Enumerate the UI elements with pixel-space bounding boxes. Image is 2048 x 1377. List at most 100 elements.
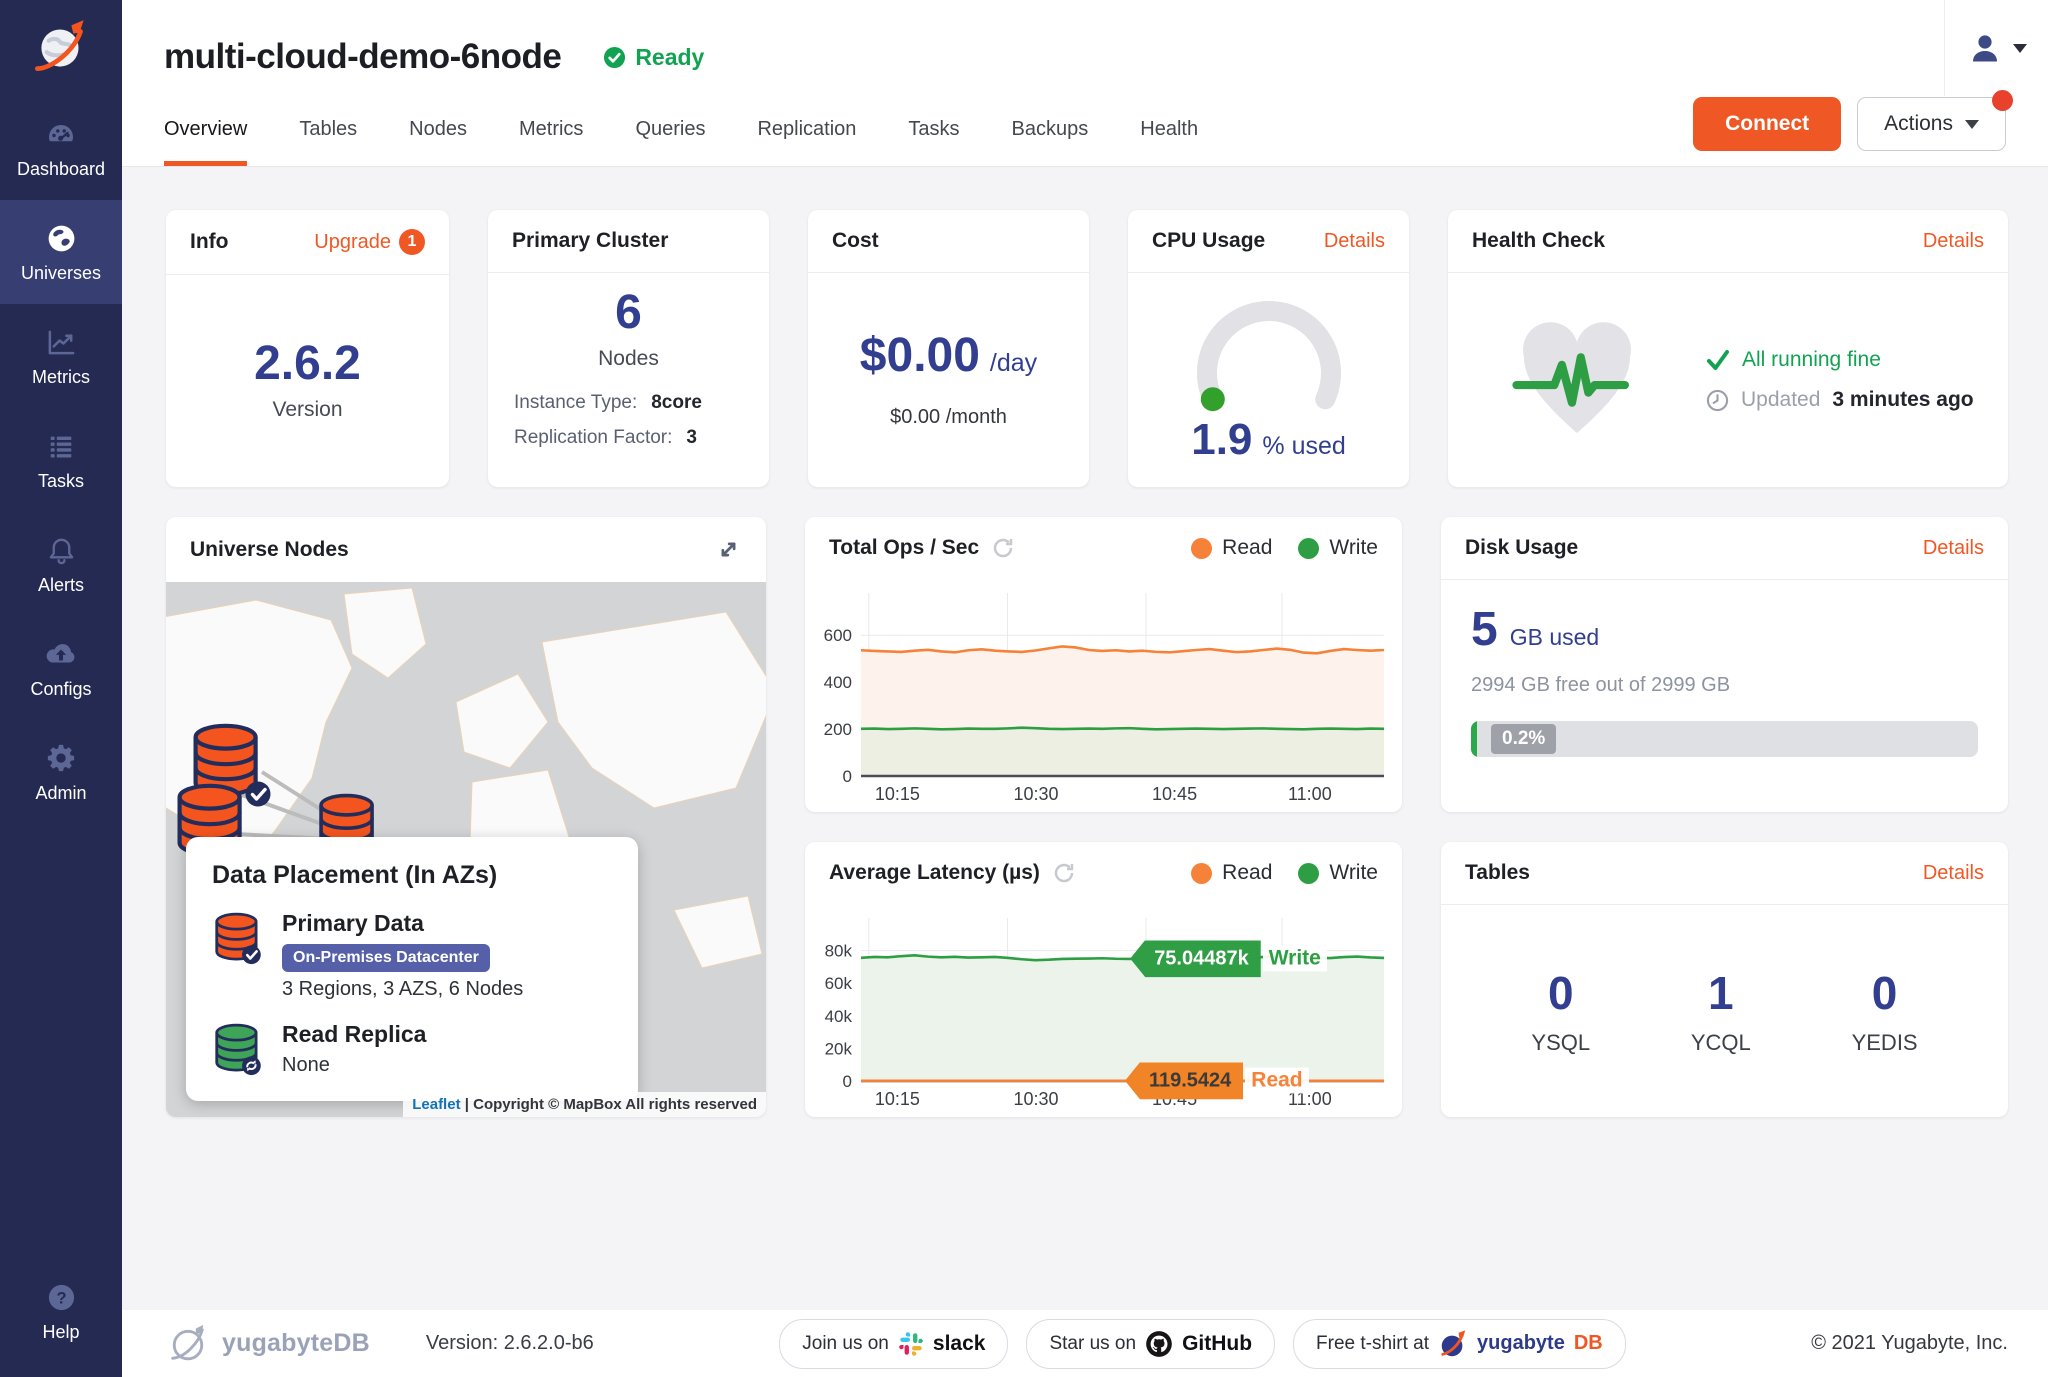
legend-read[interactable]: Read (1191, 536, 1272, 560)
leaflet-link[interactable]: Leaflet (412, 1096, 460, 1113)
expand-icon[interactable] (715, 536, 742, 563)
write-dot-icon (1298, 538, 1319, 559)
sidebar-item-label: Alerts (38, 575, 84, 596)
nodes-label: Nodes (598, 347, 659, 371)
tab-tables[interactable]: Tables (299, 92, 357, 166)
refresh-icon[interactable] (991, 536, 1015, 560)
read-dot-icon (1191, 538, 1212, 559)
yedis-stat: 0 YEDIS (1852, 966, 1918, 1056)
ysql-count: 0 (1548, 966, 1574, 1020)
sidebar-item-universes[interactable]: Universes (0, 200, 122, 304)
tshirt-brand-b: DB (1574, 1332, 1603, 1355)
disk-bar-fill (1471, 721, 1477, 757)
user-menu[interactable] (1944, 0, 2048, 96)
cpu-usage-card: CPU Usage Details 1.9 % used (1128, 210, 1409, 487)
sidebar-item-dashboard[interactable]: Dashboard (0, 96, 122, 200)
yedis-count: 0 (1872, 966, 1898, 1020)
metrics-chart-icon (46, 326, 77, 358)
svg-text:60k: 60k (825, 974, 853, 993)
tab-backups[interactable]: Backups (1012, 92, 1089, 166)
sidebar-item-label: Dashboard (17, 159, 105, 180)
github-prefix: Star us on (1049, 1333, 1136, 1355)
svg-text:10:15: 10:15 (875, 1089, 920, 1109)
github-button[interactable]: Star us on GitHub (1026, 1319, 1275, 1369)
slack-name: slack (933, 1332, 986, 1356)
slack-button[interactable]: Join us on slack (779, 1319, 1008, 1369)
sidebar-item-alerts[interactable]: Alerts (0, 512, 122, 616)
svg-text:10:30: 10:30 (1013, 1089, 1058, 1109)
disk-details-link[interactable]: Details (1923, 537, 1984, 560)
tab-overview[interactable]: Overview (164, 92, 247, 166)
admin-gear-icon (46, 742, 76, 774)
slack-icon (898, 1331, 924, 1357)
primary-data-summary: 3 Regions, 3 AZS, 6 Nodes (282, 978, 523, 1001)
user-avatar-icon (1967, 30, 2003, 66)
svg-text:11:00: 11:00 (1288, 1089, 1332, 1109)
spec-replication-factor: Replication Factor: 3 (514, 420, 743, 455)
footer: yugabyteDB Version: 2.6.2.0-b6 Join us o… (122, 1310, 2048, 1377)
legend-write[interactable]: Write (1298, 861, 1378, 885)
card-title: Health Check (1472, 229, 1605, 253)
spec-key: Instance Type: (514, 385, 637, 420)
sidebar-item-help[interactable]: ? Help (0, 1259, 122, 1363)
cpu-details-link[interactable]: Details (1324, 230, 1385, 253)
actions-dropdown-button[interactable]: Actions (1857, 97, 2006, 151)
sidebar-item-tasks[interactable]: Tasks (0, 408, 122, 512)
upgrade-link[interactable]: Upgrade 1 (314, 229, 425, 255)
tshirt-button[interactable]: Free t-shirt at yugabyteDB (1293, 1319, 1626, 1369)
cost-per-day: $0.00 (860, 332, 980, 380)
yugabyte-logo[interactable] (0, 0, 122, 96)
status-badge: Ready (603, 44, 704, 71)
app-window: Dashboard Universes Metrics Tasks Alerts (0, 0, 2048, 1377)
help-question-icon: ? (46, 1281, 77, 1313)
tasks-list-icon (46, 430, 76, 462)
svg-text:10:15: 10:15 (875, 784, 920, 804)
primary-data-item: Primary Data On-Premises Datacenter 3 Re… (212, 908, 612, 1001)
card-title: Universe Nodes (190, 538, 349, 562)
card-title: CPU Usage (1152, 229, 1265, 253)
tab-replication[interactable]: Replication (757, 92, 856, 166)
disk-free-text: 2994 GB free out of 2999 GB (1471, 674, 1730, 697)
world-map[interactable]: Data Placement (In AZs) Primary Data On-… (166, 582, 766, 1117)
connect-button[interactable]: Connect (1693, 97, 1841, 151)
configs-cloud-upload-icon (44, 638, 78, 670)
total-ops-chart[interactable]: 020040060010:1510:3010:4511:00 (805, 581, 1394, 812)
yugabyte-mini-logo-icon (1438, 1329, 1468, 1359)
notification-dot (1992, 90, 2013, 111)
tab-queries[interactable]: Queries (635, 92, 705, 166)
legend-label: Write (1329, 536, 1378, 560)
info-card: Info Upgrade 1 2.6.2 Version (166, 210, 449, 487)
tab-tasks[interactable]: Tasks (908, 92, 959, 166)
tshirt-prefix: Free t-shirt at (1316, 1333, 1429, 1355)
universe-header: multi-cloud-demo-6node Ready Overview Ta… (122, 0, 2048, 167)
updated-value: 3 minutes ago (1832, 388, 1973, 412)
github-icon (1145, 1330, 1173, 1358)
sidebar-item-metrics[interactable]: Metrics (0, 304, 122, 408)
upgrade-label: Upgrade (314, 231, 391, 254)
tables-card: Tables Details 0 YSQL 1 YCQL 0 (1441, 842, 2008, 1117)
read-dot-icon (1191, 863, 1212, 884)
cost-per-month: $0.00 /month (890, 406, 1007, 429)
sidebar-item-configs[interactable]: Configs (0, 616, 122, 720)
ysql-stat: 0 YSQL (1531, 966, 1590, 1056)
legend-label: Read (1222, 536, 1272, 560)
replica-db-icon (212, 1019, 264, 1081)
sidebar-item-admin[interactable]: Admin (0, 720, 122, 824)
spec-value: 3 (686, 420, 697, 455)
average-latency-chart[interactable]: 020k40k60k80k10:1510:3010:4511:0075.0448… (805, 906, 1394, 1117)
spec-value: 8core (651, 385, 702, 420)
primary-data-label: Primary Data (282, 910, 523, 937)
tab-metrics[interactable]: Metrics (519, 92, 583, 166)
average-latency-card: Average Latency (µs) Read Write 020k40k6… (805, 842, 1402, 1117)
health-details-link[interactable]: Details (1923, 230, 1984, 253)
sidebar-item-label: Tasks (38, 471, 84, 492)
legend-read[interactable]: Read (1191, 861, 1272, 885)
legend-write[interactable]: Write (1298, 536, 1378, 560)
slack-prefix: Join us on (802, 1333, 889, 1355)
tab-nodes[interactable]: Nodes (409, 92, 467, 166)
overview-content: Info Upgrade 1 2.6.2 Version Primary Clu… (122, 167, 2048, 1310)
refresh-icon[interactable] (1052, 861, 1076, 885)
tables-details-link[interactable]: Details (1923, 862, 1984, 885)
svg-text:10:45: 10:45 (1152, 784, 1197, 804)
tab-health[interactable]: Health (1140, 92, 1198, 166)
